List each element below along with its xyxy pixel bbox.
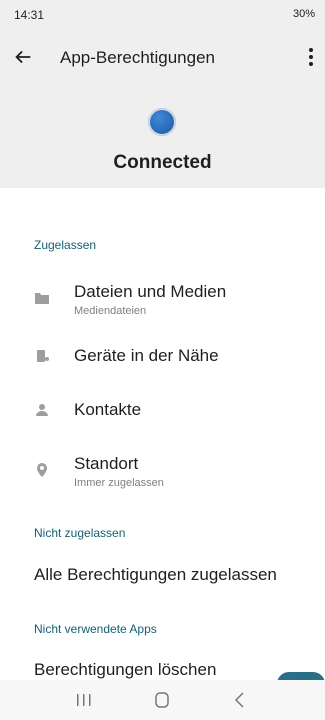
all-permissions-allowed-item[interactable]: Alle Berechtigungen zugelassen <box>34 565 277 585</box>
permission-files-media[interactable]: Dateien und Medien Mediendateien <box>0 280 325 326</box>
section-allowed: Zugelassen <box>34 238 97 252</box>
home-icon[interactable] <box>150 690 174 710</box>
app-bar: App-Berechtigungen <box>0 28 325 86</box>
back-icon[interactable] <box>228 690 252 710</box>
delete-permissions-item[interactable]: Berechtigungen löschen <box>34 660 216 680</box>
section-unused-apps: Nicht verwendete Apps <box>34 622 157 636</box>
back-arrow-icon[interactable] <box>12 46 34 68</box>
system-navigation-bar <box>0 680 325 720</box>
page-title: App-Berechtigungen <box>60 48 216 67</box>
location-icon <box>37 463 47 477</box>
permission-contacts[interactable]: Kontakte <box>0 398 325 428</box>
folder-icon <box>35 293 49 304</box>
status-bar: 14:31 30% <box>0 0 325 28</box>
permission-nearby-devices[interactable]: Geräte in der Nähe <box>0 344 325 374</box>
battery-status: 30% <box>292 8 315 20</box>
status-time: 14:31 <box>14 8 45 22</box>
app-name: Connected <box>113 152 212 173</box>
permission-title: Geräte in der Nähe <box>74 346 219 365</box>
permission-location[interactable]: Standort Immer zugelassen <box>0 452 325 498</box>
permission-title: Dateien und Medien <box>74 282 227 301</box>
permission-title: Kontakte <box>74 400 142 419</box>
contacts-icon <box>36 404 48 416</box>
permission-subtitle: Immer zugelassen <box>74 477 164 489</box>
more-options-icon[interactable] <box>303 46 319 68</box>
permission-title: Standort <box>74 454 139 473</box>
app-icon <box>148 108 176 136</box>
section-not-allowed: Nicht zugelassen <box>34 526 126 540</box>
permission-subtitle: Mediendateien <box>74 305 147 317</box>
recent-apps-icon[interactable] <box>72 690 96 710</box>
nearby-devices-icon <box>37 350 49 362</box>
